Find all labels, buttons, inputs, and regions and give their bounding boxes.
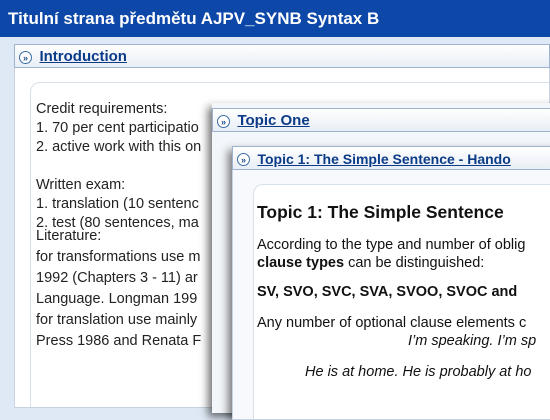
intro-line: 1992 (Chapters 3 - 11) ar (36, 270, 198, 286)
p2-text: Any number of optional clause elements c (257, 315, 527, 331)
topic-heading: Topic 1: The Simple Sentence (257, 202, 504, 222)
example-sentence: He is at home. He is probably at ho (305, 364, 532, 380)
intro-line (36, 157, 201, 176)
expand-icon[interactable]: » (217, 114, 230, 128)
topic-content: Topic 1: The Simple Sentence According t… (257, 200, 536, 380)
intro-line: 1. 70 per cent participatio (36, 120, 199, 136)
clause-list: SV, SVO, SVC, SVA, SVOO, SVOC and (257, 284, 518, 300)
p1-rest: can be distinguished: (344, 255, 485, 271)
topic-one-link[interactable]: Topic One (237, 112, 309, 129)
intro-line: 1. translation (10 sentenc (36, 196, 199, 212)
p1-bold: clause types (257, 255, 345, 271)
expand-icon[interactable]: » (19, 50, 32, 64)
expand-icon[interactable]: » (237, 152, 250, 166)
topic-handout-header[interactable]: » Topic 1: The Simple Sentence - Hando (232, 146, 550, 170)
p2-italic: I’m speaking. I’m sp (408, 333, 537, 349)
introduction-text: Credit requirements: 1. 70 per cent part… (36, 100, 201, 351)
p1-line-2: clause types can be distinguished: (257, 254, 536, 272)
intro-line: for translation use mainly (36, 312, 198, 328)
intro-line: Press 1986 and Renata F (36, 333, 202, 349)
introduction-link[interactable]: Introduction (39, 48, 126, 65)
page-title: Titulní strana předmětu AJPV_SYNB Syntax… (0, 0, 550, 37)
intro-line: Credit requirements: (36, 101, 168, 117)
topic-handout-link[interactable]: Topic 1: The Simple Sentence - Hando (257, 151, 510, 167)
intro-line: 2. active work with this on (36, 139, 202, 155)
intro-line: for transformations use m (36, 249, 201, 265)
introduction-window-header[interactable]: » Introduction (14, 44, 550, 68)
topic-paragraph-2: Any number of optional clause elements c… (257, 314, 536, 350)
p1-text: According to the type and number of obli… (257, 237, 526, 253)
intro-line: Written exam: (36, 177, 126, 193)
topic-one-header[interactable]: » Topic One (212, 108, 550, 132)
topic-paragraph-1: According to the type and number of obli… (257, 236, 536, 272)
intro-line: Language. Longman 199 (36, 291, 198, 307)
